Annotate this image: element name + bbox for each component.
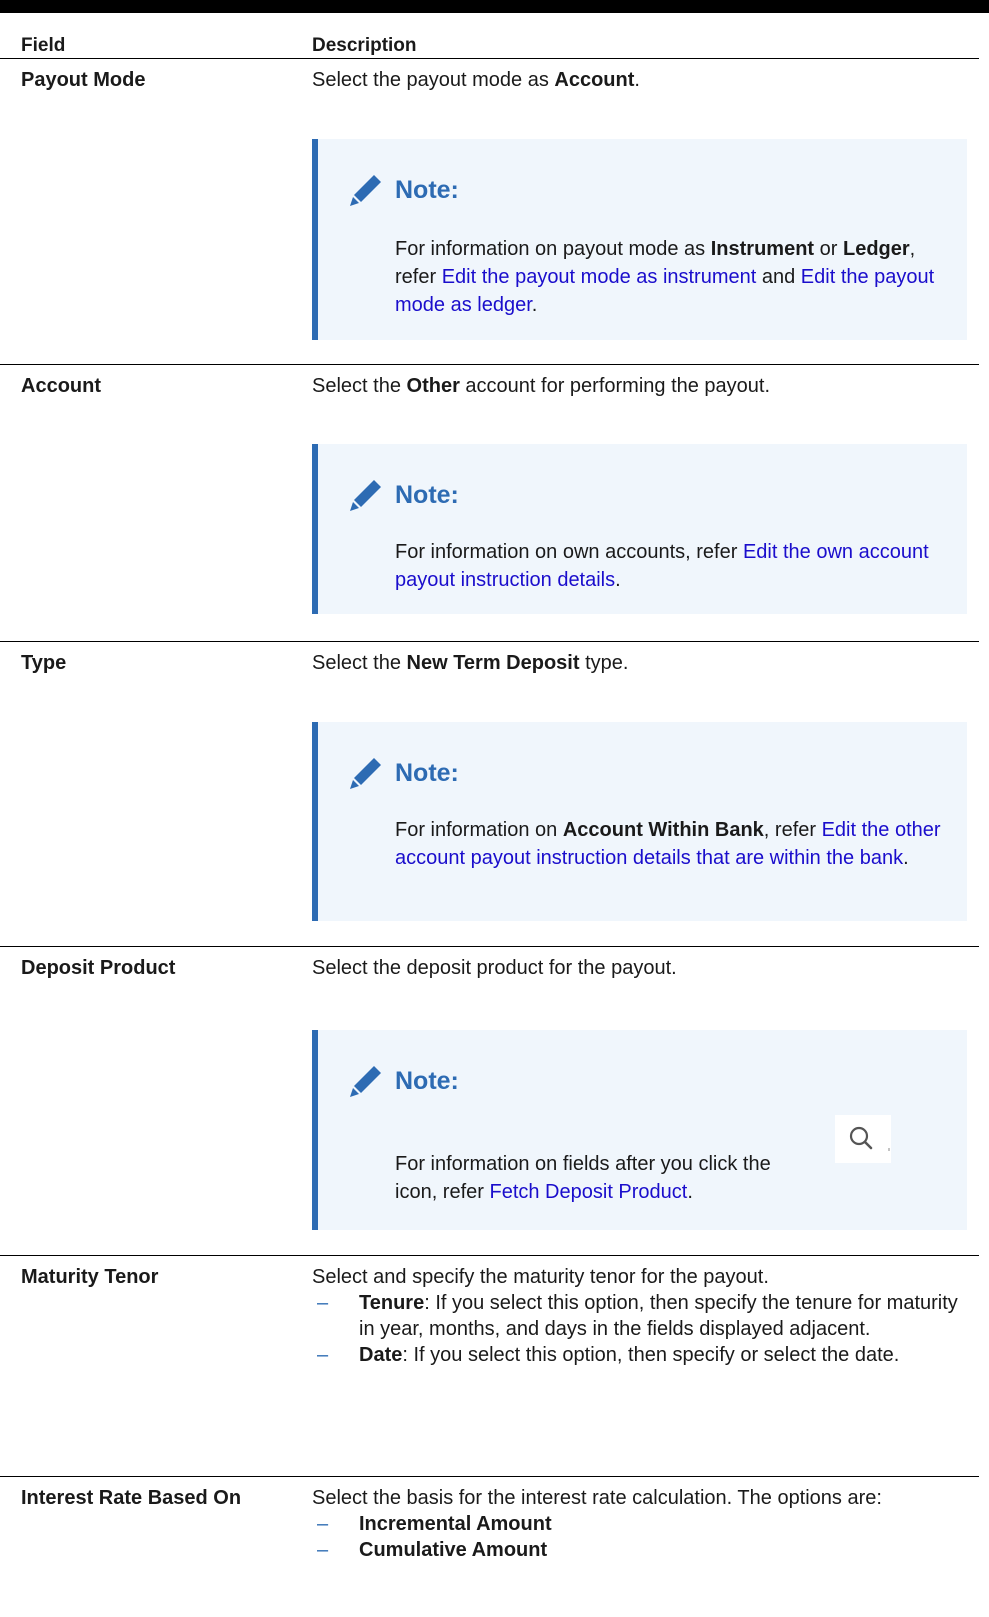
pencil-icon — [350, 480, 381, 511]
option-list: Incremental Amount Cumulative Amount — [312, 1511, 967, 1563]
note-box: Note: For information on fields after yo… — [312, 1030, 967, 1230]
field-name: Account — [21, 375, 101, 397]
link-fetch-deposit-product[interactable]: Fetch Deposit Product — [489, 1181, 687, 1203]
note-text: For information on fields after you clic… — [395, 1153, 771, 1203]
field-name: Maturity Tenor — [21, 1266, 159, 1288]
field-name: Deposit Product — [21, 957, 176, 979]
pencil-icon — [350, 175, 381, 206]
note-title: Note: — [395, 176, 459, 204]
field-description: Select the Other account for performing … — [312, 375, 771, 397]
table-header-row: Field Description — [0, 13, 979, 59]
link-payout-mode-instrument[interactable]: Edit the payout mode as instrument — [442, 266, 757, 288]
field-description: Select the payout mode as Account. — [312, 69, 640, 91]
table-row: Deposit Product Select the deposit produ… — [0, 947, 979, 1256]
field-description: Select the basis for the interest rate c… — [312, 1485, 967, 1563]
table-row: Maturity Tenor Select and specify the ma… — [0, 1256, 979, 1477]
note-title: Note: — [395, 1067, 459, 1095]
note-box: Note: For information on payout mode as … — [312, 139, 967, 340]
option-list: Tenure: If you select this option, then … — [312, 1290, 967, 1368]
field-description: Select the New Term Deposit type. — [312, 652, 629, 674]
list-item: Tenure: If you select this option, then … — [312, 1290, 967, 1342]
table-row: Payout Mode Select the payout mode as Ac… — [0, 59, 979, 365]
note-box: Note: For information on Account Within … — [312, 722, 967, 921]
table-row: Interest Rate Based On Select the basis … — [0, 1477, 979, 1617]
note-title: Note: — [395, 759, 459, 787]
note-text: For information on Account Within Bank, … — [395, 819, 941, 869]
list-item: Incremental Amount — [312, 1511, 967, 1537]
header-description: Description — [312, 35, 417, 56]
top-rule — [0, 0, 989, 13]
field-description-table: Field Description Payout Mode Select the… — [0, 13, 979, 1617]
field-name: Payout Mode — [21, 69, 146, 91]
table-row: Type Select the New Term Deposit type. N… — [0, 642, 979, 947]
pencil-icon — [350, 758, 381, 789]
list-item: Cumulative Amount — [312, 1537, 967, 1563]
field-name: Type — [21, 652, 67, 674]
note-box: Note: For information on own accounts, r… — [312, 444, 967, 614]
note-text: For information on own accounts, refer E… — [395, 541, 929, 591]
field-name: Interest Rate Based On — [21, 1487, 242, 1509]
field-description: Select and specify the maturity tenor fo… — [312, 1264, 967, 1368]
note-title: Note: — [395, 481, 459, 509]
header-field: Field — [21, 35, 66, 56]
field-description: Select the deposit product for the payou… — [312, 957, 677, 979]
pencil-icon — [350, 1066, 381, 1097]
table-row: Account Select the Other account for per… — [0, 365, 979, 642]
list-item: Date: If you select this option, then sp… — [312, 1342, 967, 1368]
note-text: For information on payout mode as Instru… — [395, 238, 935, 316]
